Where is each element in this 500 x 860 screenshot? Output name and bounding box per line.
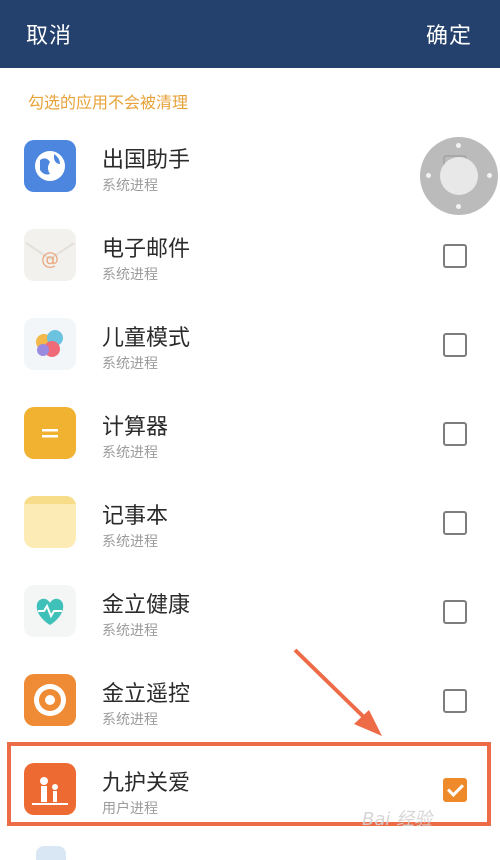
annotation-arrow-icon: [293, 648, 382, 736]
next-app-icon-peek: [36, 846, 66, 860]
assistive-dot: [487, 173, 492, 178]
assistive-dot: [456, 204, 461, 209]
floating-assistive-button[interactable]: [420, 137, 498, 215]
assistive-dot: [426, 173, 431, 178]
watermark: Bai 经验: [362, 809, 433, 830]
assistive-dot: [456, 143, 461, 148]
assistive-inner-circle: [440, 157, 478, 195]
